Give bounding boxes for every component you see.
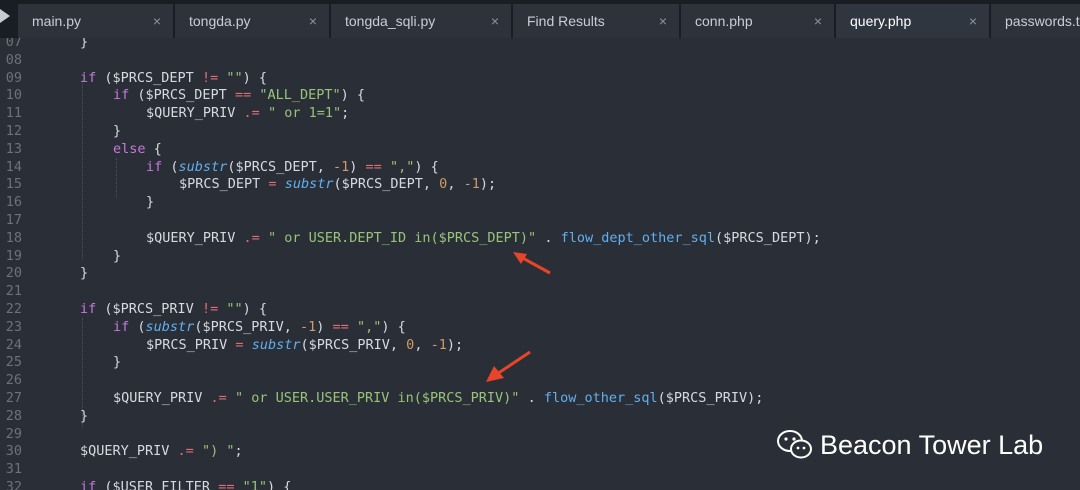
close-icon[interactable]: × <box>969 4 977 38</box>
tab-label: Find Results <box>527 13 605 29</box>
tab-label: query.php <box>850 13 912 29</box>
tab-conn-php[interactable]: conn.php × <box>681 4 835 38</box>
line-number: 26 <box>5 372 22 389</box>
code-line-28: } <box>80 407 89 424</box>
code-line-27: $QUERY_PRIV .= " or USER.USER_PRIV in($P… <box>113 390 764 406</box>
code-line-25: } <box>113 354 122 371</box>
code-line-20: } <box>80 265 89 282</box>
play-icon[interactable] <box>0 9 10 23</box>
tab-find-results[interactable]: Find Results × <box>513 4 680 38</box>
line-number: 21 <box>5 283 22 300</box>
close-icon[interactable]: × <box>153 4 161 38</box>
tab-tongda-sqli-py[interactable]: tongda_sqli.py × <box>331 4 512 38</box>
watermark-text: Beacon Tower Lab <box>820 429 1044 460</box>
tab-label: tongda.py <box>189 13 251 29</box>
tab-main-py[interactable]: main.py × <box>18 4 174 38</box>
line-gutter: 07 08 09 10 11 12 13 14 15 16 17 18 19 20 21 22 23 24 25 26… <box>0 38 48 490</box>
close-icon[interactable]: × <box>659 4 667 38</box>
code-line-16: } <box>146 194 155 211</box>
tab-label: passwords.txt <box>1005 13 1080 29</box>
code-editor[interactable]: 07 08 09 10 11 12 13 14 15 16 17 18 19 20 21 22 23 24 25 26… <box>0 38 1080 490</box>
annotation-arrow-2 <box>486 350 531 382</box>
code-line-11: $QUERY_PRIV .= " or 1=1"; <box>146 105 350 122</box>
tab-bar: main.py × tongda.py × tongda_sqli.py × F… <box>0 0 1080 38</box>
tab-label: tongda_sqli.py <box>345 13 436 29</box>
close-icon[interactable]: × <box>309 4 317 38</box>
code-line-18: $QUERY_PRIV .= " or USER.DEPT_ID in($PRC… <box>146 229 821 246</box>
code-line-30: $QUERY_PRIV .= ") "; <box>80 443 243 460</box>
tab-query-php[interactable]: query.php × <box>836 4 990 38</box>
tab-label: conn.php <box>695 13 753 29</box>
tab-passwords-txt[interactable]: passwords.txt <box>991 4 1080 38</box>
code-line-07: } <box>80 38 89 50</box>
annotation-arrow-1 <box>513 252 551 275</box>
line-number: 31 <box>5 461 22 478</box>
wechat-icon <box>777 430 812 459</box>
tab-tongda-py[interactable]: tongda.py × <box>175 4 330 38</box>
line-number: 11 <box>5 105 22 122</box>
tab-label: main.py <box>32 13 82 29</box>
watermark: Beacon Tower Lab <box>776 425 1043 465</box>
line-number: 32 <box>5 479 22 490</box>
close-icon[interactable]: × <box>814 4 822 38</box>
line-number: 16 <box>5 194 22 211</box>
code-line-32: if ($USER_FILTER == "1") { <box>80 479 292 490</box>
close-icon[interactable]: × <box>491 4 499 38</box>
